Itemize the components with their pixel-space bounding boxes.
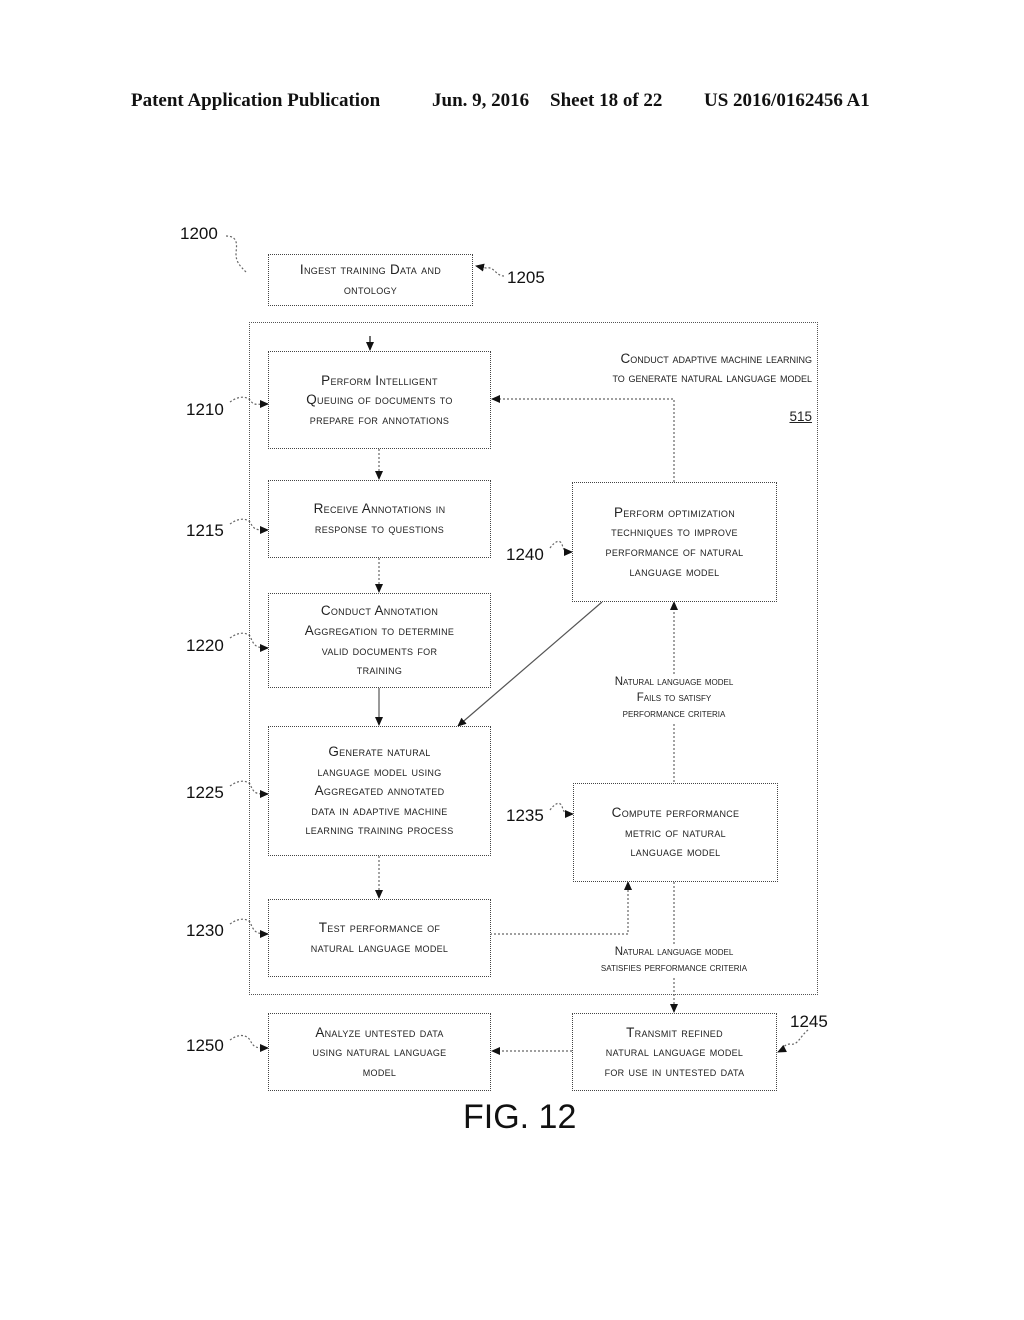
step-text: Generate natural language model using Ag… — [305, 744, 454, 838]
ref-1215: 1215 — [186, 521, 224, 540]
step-text: Test performance of natural language mod… — [310, 920, 449, 955]
condition-fails: Natural language model Fails to satisfy … — [574, 674, 774, 722]
step-text: Conduct Annotation Aggregation to determ… — [304, 603, 455, 678]
step-text: Receive Annotations in response to quest… — [313, 501, 446, 536]
step-text: Perform optimization techniques to impro… — [605, 504, 744, 579]
step-analyze-untested-data: Analyze untested data using natural lang… — [268, 1013, 491, 1091]
container-number: 515 — [789, 409, 812, 425]
ref-1205: 1205 — [507, 268, 545, 287]
step-optimization: Perform optimization techniques to impro… — [572, 482, 777, 602]
step-transmit-model: Transmit refined natural language model … — [572, 1013, 777, 1091]
step-generate-model: Generate natural language model using Ag… — [268, 726, 491, 856]
step-ingest-training-data: Ingest training Data and ontology — [268, 254, 473, 306]
step-text: Compute performance metric of natural la… — [611, 805, 740, 860]
step-text: Analyze untested data using natural lang… — [312, 1024, 447, 1079]
step-annotation-aggregation: Conduct Annotation Aggregation to determ… — [268, 593, 491, 688]
step-text: Ingest training Data and ontology — [299, 262, 442, 297]
ref-1250: 1250 — [186, 1036, 224, 1055]
step-intelligent-queuing: Perform Intelligent Queuing of documents… — [268, 351, 491, 449]
condition-satisfies: Natural language model satisfies perform… — [560, 944, 788, 976]
container-title-text: Conduct adaptive machine learning to gen… — [612, 350, 812, 386]
figure-caption: FIG. 12 — [463, 1098, 577, 1136]
ref-1230: 1230 — [186, 921, 224, 940]
leader-1250 — [229, 1034, 269, 1052]
ref-1245: 1245 — [790, 1012, 828, 1031]
step-receive-annotations: Receive Annotations in response to quest… — [268, 480, 491, 558]
step-test-performance: Test performance of natural language mod… — [268, 899, 491, 977]
container-title: Conduct adaptive machine learning to gen… — [480, 329, 812, 427]
ref-1200: 1200 — [180, 224, 218, 243]
step-text: Perform Intelligent Queuing of documents… — [306, 372, 453, 427]
step-compute-metric: Compute performance metric of natural la… — [573, 783, 778, 882]
leader-1205 — [475, 263, 505, 277]
step-text: Transmit refined natural language model … — [604, 1024, 745, 1079]
leader-1245 — [777, 1029, 809, 1053]
ref-1220: 1220 — [186, 636, 224, 655]
ref-1225: 1225 — [186, 783, 224, 802]
leader-1200 — [225, 235, 247, 273]
ref-1210: 1210 — [186, 400, 224, 419]
